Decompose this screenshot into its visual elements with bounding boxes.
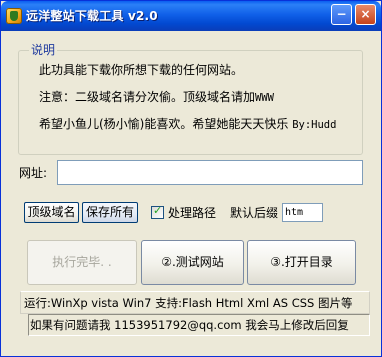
description-line-2-text: 注意：二级域名请分次偷。顶级域名请加 <box>39 90 256 104</box>
window-title: 远洋整站下载工具 v2.0 <box>26 9 158 23</box>
description-line-1: 此功具能下载你所想下载的任何网站。 <box>39 63 244 77</box>
url-label: 网址: <box>19 166 48 180</box>
title-bar[interactable]: 远洋整站下载工具 v2.0 − × <box>1 1 381 31</box>
minimize-button[interactable]: − <box>331 4 352 25</box>
handle-path-label: 处理路径 <box>168 206 217 220</box>
description-line-3: 希望小鱼儿(杨小愉)能喜欢。希望她能天天快乐 By:Hudd <box>39 116 336 133</box>
default-suffix-label: 默认后缀 <box>230 206 279 220</box>
close-icon: × <box>360 7 371 21</box>
app-icon <box>6 8 22 24</box>
url-input[interactable] <box>57 160 363 185</box>
test-site-button[interactable]: ②.测试网站 <box>141 240 244 285</box>
default-suffix-input[interactable] <box>282 203 323 222</box>
description-line-2: 注意：二级域名请分次偷。顶级域名请加WWW <box>39 89 274 106</box>
checkmark-icon: ✓ <box>153 204 163 217</box>
description-line-3-text: 希望小鱼儿(杨小愉)能喜欢。希望她能天天快乐 <box>39 117 293 131</box>
execute-button[interactable]: 执行完毕. . <box>27 240 137 285</box>
minimize-icon: − <box>336 7 347 21</box>
description-group-title: 说明 <box>29 42 58 58</box>
contact-text: 如果有问题请我 1153951792@qq.com 我会马上修改后回复 <box>30 318 349 332</box>
app-window: 远洋整站下载工具 v2.0 − × 说明 此功具能下载你所想下载的任何网站。 注… <box>0 0 382 357</box>
close-button[interactable]: × <box>355 4 376 25</box>
description-line-2-www: WWW <box>255 92 274 104</box>
status-text: 运行:WinXp vista Win7 支持:Flash Html Xml AS… <box>24 296 353 310</box>
handle-path-checkbox[interactable]: ✓ <box>151 204 164 219</box>
save-all-button[interactable]: 保存所有 <box>82 202 138 223</box>
top-domain-button[interactable]: 顶级域名 <box>24 202 79 223</box>
open-folder-button[interactable]: ③.打开目录 <box>247 240 356 285</box>
description-line-3-author: By:Hudd <box>292 119 337 131</box>
